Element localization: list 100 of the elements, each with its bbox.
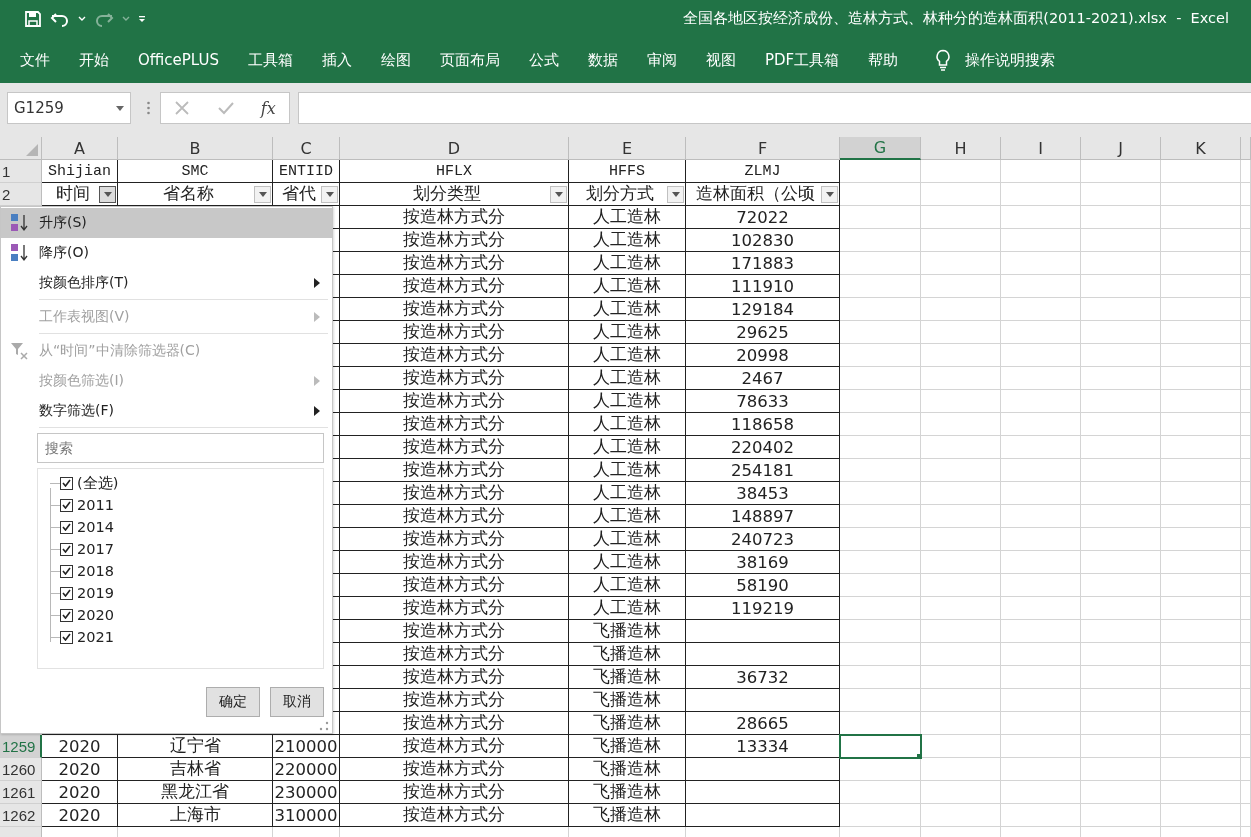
- filter-button[interactable]: [99, 185, 116, 203]
- row-header[interactable]: 1262: [0, 804, 42, 827]
- row-header[interactable]: 2: [0, 183, 42, 206]
- checkbox[interactable]: [60, 476, 73, 490]
- checkbox-label[interactable]: 2014: [77, 519, 114, 535]
- checkbox-label[interactable]: 2019: [77, 585, 114, 601]
- checkbox-label[interactable]: 2011: [77, 497, 114, 513]
- menu-item[interactable]: 降序(O): [1, 238, 332, 268]
- caret-icon[interactable]: [116, 105, 124, 111]
- menu-item[interactable]: 升序(S): [1, 208, 332, 238]
- row-header[interactable]: 1259: [0, 735, 42, 758]
- ribbon-tab[interactable]: 视图: [705, 50, 736, 70]
- ribbon-tab[interactable]: 页面布局: [439, 50, 500, 70]
- checkbox[interactable]: [60, 564, 73, 578]
- column-header[interactable]: I: [1001, 137, 1081, 160]
- ribbon-tab[interactable]: 文件: [20, 50, 50, 70]
- checkbox-label[interactable]: (全选): [77, 473, 119, 493]
- table-cell: 辽宁省: [118, 735, 273, 758]
- resize-grip-icon[interactable]: [319, 721, 329, 731]
- customize-toolbar-icon[interactable]: [138, 14, 146, 23]
- table-cell: 飞播造林: [569, 712, 686, 735]
- column-header[interactable]: E: [569, 137, 686, 160]
- checkbox-label[interactable]: 2018: [77, 563, 114, 579]
- table-cell: 2020: [42, 781, 118, 804]
- filter-button[interactable]: [550, 185, 567, 203]
- search-field[interactable]: 搜索: [37, 433, 324, 463]
- menu-item[interactable]: 数字筛选(F): [1, 396, 332, 426]
- table-cell: 按造林方式分: [340, 413, 569, 436]
- save-icon[interactable]: [24, 9, 42, 28]
- table-cell: 按造林方式分: [340, 206, 569, 229]
- empty-cell[interactable]: [686, 781, 840, 804]
- table-cell: 171883: [686, 252, 840, 275]
- checkbox-label[interactable]: 2017: [77, 541, 114, 557]
- caret-icon: [325, 191, 334, 197]
- checkbox[interactable]: [60, 542, 73, 556]
- empty-cell[interactable]: [686, 689, 840, 712]
- column-header[interactable]: A: [42, 137, 118, 160]
- ribbon-tab[interactable]: 公式: [528, 50, 559, 70]
- row-header[interactable]: 1261: [0, 781, 42, 804]
- filter-button[interactable]: [321, 185, 338, 203]
- caret-icon[interactable]: [78, 15, 86, 22]
- column-header[interactable]: J: [1081, 137, 1161, 160]
- table-cell: 38453: [686, 482, 840, 505]
- checkbox[interactable]: [60, 498, 73, 512]
- checkbox[interactable]: [60, 608, 73, 622]
- ok-button[interactable]: 确定: [206, 687, 260, 717]
- checkbox-label[interactable]: 2021: [77, 629, 114, 645]
- selected-cell-border[interactable]: [840, 735, 921, 758]
- checkbox[interactable]: [60, 630, 73, 644]
- empty-cell[interactable]: [686, 804, 840, 827]
- ribbon-tab[interactable]: PDF工具箱: [764, 50, 840, 70]
- ribbon-tab[interactable]: 帮助: [868, 50, 899, 70]
- ribbon-tab[interactable]: 绘图: [380, 50, 411, 70]
- ribbon-tab[interactable]: OfficePLUS: [138, 51, 219, 69]
- empty-cell[interactable]: [686, 643, 840, 666]
- menu-item[interactable]: 按颜色排序(T): [1, 268, 332, 298]
- column-header[interactable]: D: [340, 137, 569, 160]
- checkmark-icon: [62, 589, 71, 597]
- column-heading: 划分类型: [412, 183, 482, 205]
- table-cell: 人工造林: [569, 551, 686, 574]
- table-cell: 按造林方式分: [340, 321, 569, 344]
- checkmark-icon[interactable]: [216, 100, 235, 116]
- filter-button[interactable]: [254, 185, 271, 203]
- select-all-icon[interactable]: [26, 144, 38, 156]
- table-cell: 按造林方式分: [340, 551, 569, 574]
- row-header[interactable]: 1: [0, 160, 42, 183]
- table-cell: 78633: [686, 390, 840, 413]
- ribbon-tab[interactable]: 插入: [321, 50, 352, 70]
- column-header[interactable]: B: [118, 137, 273, 160]
- table-cell: 119219: [686, 597, 840, 620]
- column-header[interactable]: G: [840, 137, 921, 160]
- empty-cell[interactable]: [686, 758, 840, 781]
- table-cell: 人工造林: [569, 528, 686, 551]
- ribbon-tab[interactable]: 开始: [79, 50, 109, 70]
- column-header[interactable]: [1241, 137, 1251, 160]
- tell-me-search[interactable]: 操作说明搜索: [965, 50, 1056, 70]
- checkbox[interactable]: [60, 586, 73, 600]
- column-header[interactable]: C: [273, 137, 340, 160]
- checkbox-label[interactable]: 2020: [77, 607, 114, 623]
- checkmark-icon: [62, 633, 71, 641]
- caret-icon[interactable]: [122, 15, 130, 22]
- ribbon-tab[interactable]: 审阅: [646, 50, 677, 70]
- column-header[interactable]: K: [1161, 137, 1241, 160]
- column-header[interactable]: F: [686, 137, 840, 160]
- filter-button[interactable]: [667, 185, 684, 203]
- ribbon-tab[interactable]: 数据: [587, 50, 618, 70]
- cancel-icon[interactable]: [174, 100, 191, 116]
- column-header[interactable]: H: [921, 137, 1001, 160]
- ribbon-tab[interactable]: 工具箱: [247, 50, 293, 70]
- empty-cell[interactable]: [686, 620, 840, 643]
- checkbox[interactable]: [60, 520, 73, 534]
- formula-input[interactable]: [298, 92, 1251, 124]
- name-box[interactable]: G1259: [7, 92, 131, 124]
- cancel-button[interactable]: 取消: [270, 687, 324, 717]
- filter-button[interactable]: [821, 185, 838, 203]
- drag-handle-icon[interactable]: [147, 101, 150, 115]
- checkmark-icon: [62, 611, 71, 619]
- row-header[interactable]: 1260: [0, 758, 42, 781]
- table-cell: 飞播造林: [569, 758, 686, 781]
- insert-function-button[interactable]: fx: [260, 98, 276, 118]
